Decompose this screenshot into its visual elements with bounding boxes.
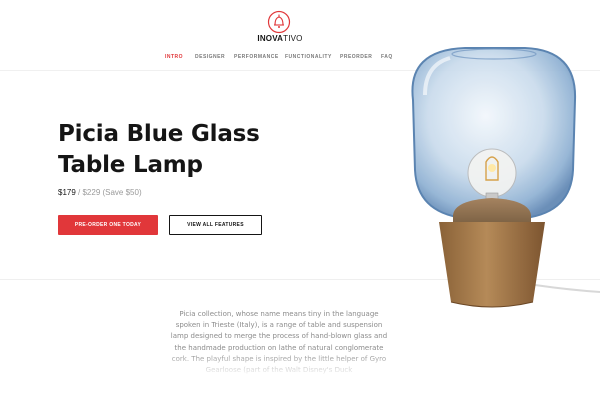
price-current: $179 <box>58 188 76 197</box>
glass-table-lamp-image <box>411 47 600 308</box>
product-title-line-2: Table Lamp <box>58 152 203 178</box>
nav-intro[interactable]: INTRO <box>165 54 183 60</box>
price: $179 / $229 (Save $50) <box>58 188 142 197</box>
description-fade <box>140 352 420 382</box>
page: INOVATIVO INTRO DESIGNER PERFORMANCE FUN… <box>0 0 600 403</box>
product-title-line-1: Picia Blue Glass <box>58 121 260 147</box>
logo-wordmark-light: TIVO <box>283 34 303 43</box>
preorder-button[interactable]: PRE-ORDER ONE TODAY <box>58 215 158 235</box>
logo-wordmark-bold: INOVA <box>257 34 284 43</box>
view-features-button[interactable]: VIEW ALL FEATURES <box>169 215 262 235</box>
price-original: / $229 (Save $50) <box>75 188 142 197</box>
nav-faq[interactable]: FAQ <box>381 54 393 60</box>
nav-functionality[interactable]: FUNCTIONALITY <box>285 54 332 60</box>
product-title: Picia Blue Glass Table Lamp <box>58 119 338 181</box>
logo-icon[interactable] <box>267 10 291 34</box>
nav-preorder[interactable]: PREORDER <box>340 54 372 60</box>
nav-performance[interactable]: PERFORMANCE <box>234 54 279 60</box>
nav-designer[interactable]: DESIGNER <box>195 54 225 60</box>
logo-wordmark[interactable]: INOVATIVO <box>250 34 310 43</box>
